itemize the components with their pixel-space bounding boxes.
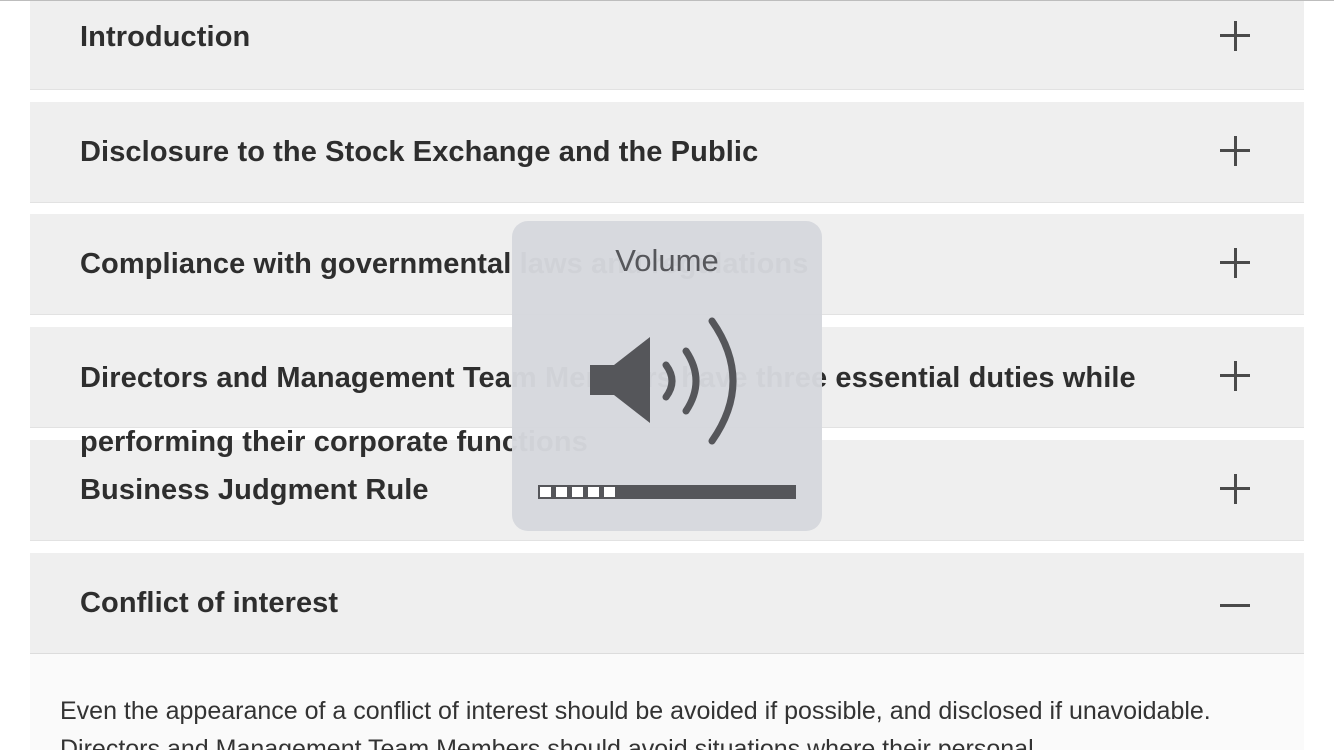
plus-icon[interactable]	[1220, 248, 1250, 278]
accordion-content: Even the appearance of a conflict of int…	[30, 653, 1304, 750]
volume-segment	[604, 487, 615, 497]
section-title: Introduction	[80, 21, 251, 53]
plus-icon[interactable]	[1220, 21, 1250, 51]
content-text: Even the appearance of a conflict of int…	[60, 697, 1211, 750]
section-title: Conflict of interest	[80, 587, 339, 619]
volume-level-bar	[538, 485, 796, 499]
plus-icon[interactable]	[1220, 361, 1250, 391]
volume-hud: Volume	[512, 221, 822, 531]
plus-icon[interactable]	[1220, 136, 1250, 166]
accordion-section-disclosure[interactable]: Disclosure to the Stock Exchange and the…	[30, 102, 1304, 202]
accordion-section-conflict-of-interest[interactable]: Conflict of interest	[30, 553, 1304, 653]
section-title: Business Judgment Rule	[80, 474, 429, 506]
minus-icon[interactable]	[1220, 591, 1250, 621]
accordion-section-introduction[interactable]: Introduction	[30, 1, 1304, 89]
plus-icon[interactable]	[1220, 474, 1250, 504]
section-title: Disclosure to the Stock Exchange and the…	[80, 136, 759, 168]
volume-title: Volume	[615, 243, 719, 278]
page: Introduction Disclosure to the Stock Exc…	[0, 0, 1334, 750]
volume-segment	[556, 487, 567, 497]
volume-segment	[588, 487, 599, 497]
volume-segment	[540, 487, 551, 497]
speaker-icon	[590, 317, 737, 445]
volume-segment	[572, 487, 583, 497]
